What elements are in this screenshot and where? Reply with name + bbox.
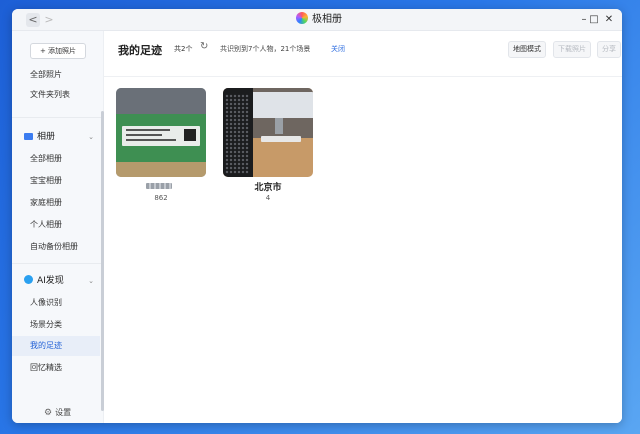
maximize-button[interactable]: □ — [588, 13, 600, 27]
sidebar-item-folder-list[interactable]: 文件夹列表 — [12, 85, 100, 105]
forward-button[interactable]: > — [42, 13, 56, 27]
ai-discover-icon — [24, 275, 33, 284]
minimize-icon: – — [581, 14, 587, 25]
chevron-right-icon: > — [44, 13, 54, 26]
app-name: 极相册 — [312, 14, 342, 25]
sidebar-item-memories[interactable]: 回忆精选 — [12, 358, 100, 378]
thumb-qr-code — [184, 129, 196, 141]
section-label: 相册 — [37, 132, 56, 142]
place-name: 北京市 — [254, 183, 282, 193]
close-summary-link[interactable]: 关闭 — [331, 44, 345, 54]
sidebar-divider — [12, 263, 102, 264]
place-count: 共2个 — [174, 45, 193, 53]
refresh-icon[interactable]: ↻ — [200, 41, 208, 52]
chevron-left-icon: < — [28, 13, 38, 26]
thumb-keyboard — [261, 136, 301, 142]
sidebar-item-my-footprints[interactable]: 我的足迹 — [12, 336, 100, 356]
gear-icon: ⚙ — [44, 408, 53, 418]
thumb-sticker-line — [126, 134, 162, 136]
album-icon — [24, 133, 33, 140]
thumb-background — [116, 88, 206, 114]
add-photos-button[interactable]: + 添加照片 — [30, 43, 86, 59]
sidebar-item-family-album[interactable]: 家庭相册 — [12, 193, 100, 213]
title-bar: < > 极相册 – □ ✕ — [12, 9, 622, 31]
settings-button[interactable]: ⚙ 设置 — [44, 407, 71, 418]
place-thumbnail[interactable] — [116, 88, 206, 177]
map-mode-button[interactable]: 地图模式 — [508, 41, 546, 58]
sidebar-section-ai-discover[interactable]: AI发现 ⌄ — [12, 272, 100, 290]
download-photos-button[interactable]: 下载照片 — [553, 41, 591, 58]
app-title: 极相册 — [296, 12, 342, 28]
blurred-place-name — [146, 183, 172, 189]
settings-label: 设置 — [55, 408, 72, 417]
place-thumbnail[interactable] — [223, 88, 313, 177]
close-icon: ✕ — [604, 14, 614, 25]
header-divider — [104, 76, 622, 77]
sidebar: + 添加照片 全部照片 文件夹列表 相册 ⌄ 全部相册 宝宝相册 家庭相册 个人… — [12, 31, 104, 423]
sidebar-item-face-recognition[interactable]: 人像识别 — [12, 293, 100, 313]
thumb-sticker-line — [126, 139, 176, 141]
section-label: AI发现 — [37, 276, 64, 286]
app-window: < > 极相册 – □ ✕ + 添加照片 全部照片 文件夹列表 相册 ⌄ 全部相… — [12, 9, 622, 423]
share-button[interactable]: 分享 — [597, 41, 621, 58]
sidebar-item-auto-backup-album[interactable]: 自动备份相册 — [12, 237, 100, 257]
close-button[interactable]: ✕ — [603, 13, 615, 27]
back-button[interactable]: < — [26, 13, 40, 27]
thumb-tower-grille — [225, 94, 249, 174]
sidebar-item-personal-album[interactable]: 个人相册 — [12, 215, 100, 235]
sidebar-section-albums[interactable]: 相册 ⌄ — [12, 128, 100, 146]
chevron-down-icon: ⌄ — [88, 133, 94, 141]
photo-count: 4 — [265, 194, 271, 202]
thumb-sticker-line — [126, 129, 170, 131]
photo-count: 862 — [154, 194, 168, 202]
thumb-monitor-stand — [275, 118, 283, 134]
chevron-down-icon: ⌄ — [88, 277, 94, 285]
sidebar-item-all-albums[interactable]: 全部相册 — [12, 149, 100, 169]
sidebar-divider — [12, 117, 102, 118]
page-title: 我的足迹 — [118, 44, 162, 57]
thumb-desk — [116, 162, 206, 177]
recognition-summary: 共识别到7个人物，21个场景 — [220, 45, 311, 53]
thumb-monitor — [249, 92, 313, 118]
app-logo-icon — [296, 12, 308, 24]
maximize-icon: □ — [589, 14, 599, 25]
sidebar-item-scene-classification[interactable]: 场景分类 — [12, 315, 100, 335]
watermark-overlay — [574, 417, 622, 423]
sidebar-item-baby-album[interactable]: 宝宝相册 — [12, 171, 100, 191]
main-panel: 我的足迹 共2个 ↻ 共识别到7个人物，21个场景 关闭 地图模式 下载照片 分… — [104, 31, 622, 423]
sidebar-item-all-photos[interactable]: 全部照片 — [12, 65, 100, 85]
